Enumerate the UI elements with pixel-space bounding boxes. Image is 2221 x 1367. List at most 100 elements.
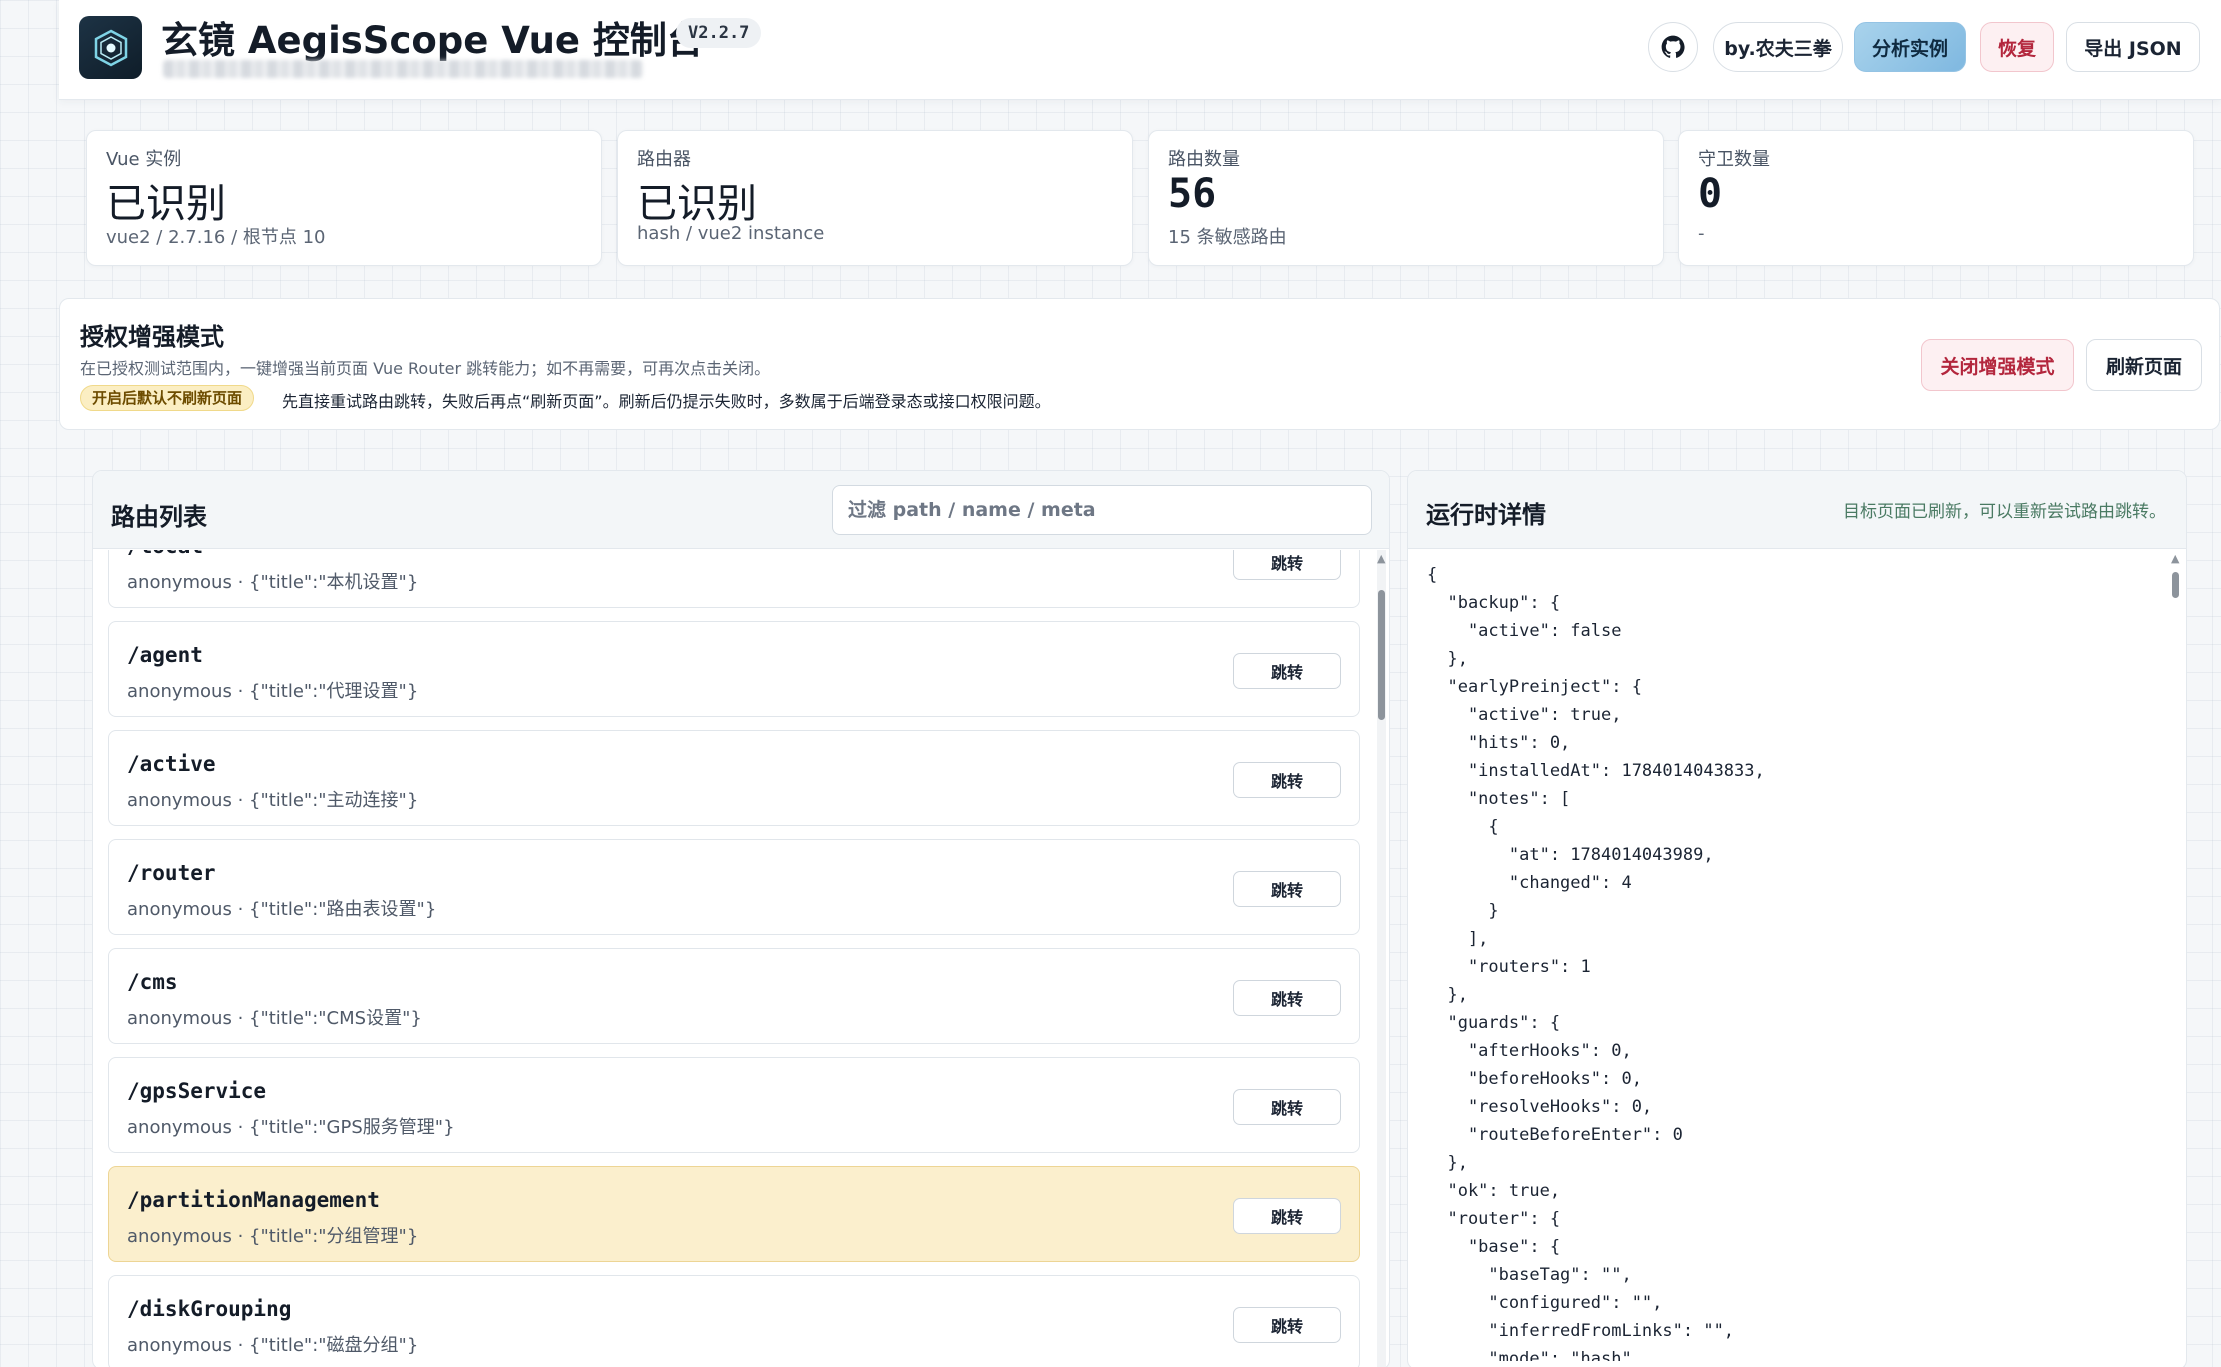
json-line: "hits": 0, <box>1427 733 1571 753</box>
route-path: /partitionManagement <box>127 1188 380 1212</box>
route-item[interactable]: /active anonymous · {"title":"主动连接"} 跳转 <box>108 730 1360 826</box>
stat-card-guard-count: 守卫数量 0 - <box>1678 130 2194 266</box>
export-json-button[interactable]: 导出 JSON <box>2066 22 2200 72</box>
stat-sub: hash / vue2 instance <box>637 223 825 244</box>
route-item[interactable]: /agent anonymous · {"title":"代理设置"} 跳转 <box>108 621 1360 717</box>
stat-label: 守卫数量 <box>1698 149 1770 170</box>
route-meta: anonymous · {"title":"主动连接"} <box>127 790 419 811</box>
json-line: "active": true, <box>1427 705 1622 725</box>
json-line: "ok": true, <box>1427 1181 1561 1201</box>
runtime-status: 目标页面已刷新，可以重新尝试路由跳转。 <box>1843 502 2166 522</box>
app-title: 玄镜 AegisScope Vue 控制台 <box>161 19 704 62</box>
json-line: "baseTag": "", <box>1427 1265 1632 1285</box>
scrollbar-thumb[interactable] <box>1378 590 1385 720</box>
route-item[interactable]: /gpsService anonymous · {"title":"GPS服务管… <box>108 1057 1360 1153</box>
route-meta: anonymous · {"title":"分组管理"} <box>127 1226 419 1247</box>
route-path: /cms <box>127 970 178 994</box>
route-meta: anonymous · {"title":"路由表设置"} <box>127 899 437 920</box>
stat-card-vue-instance: Vue 实例 已识别 vue2 / 2.7.16 / 根节点 10 <box>86 130 602 266</box>
json-line: ], <box>1427 929 1489 949</box>
json-line: }, <box>1427 1153 1468 1173</box>
stat-sub: - <box>1698 223 1705 244</box>
json-line: "guards": { <box>1427 1013 1561 1033</box>
runtime-header: 运行时详情 目标页面已刷新，可以重新尝试路由跳转。 <box>1408 471 2186 549</box>
runtime-title: 运行时详情 <box>1426 501 1546 529</box>
route-path: /router <box>127 861 216 885</box>
json-line: }, <box>1427 649 1468 669</box>
json-line: { <box>1427 565 1438 585</box>
json-line: "resolveHooks": 0, <box>1427 1097 1653 1117</box>
shield-logo-icon <box>94 29 127 66</box>
json-line: "backup": { <box>1427 593 1561 613</box>
json-line: "routeBeforeEnter": 0 <box>1427 1125 1683 1145</box>
json-line: "changed": 4 <box>1427 873 1632 893</box>
route-list-scrollbar[interactable]: ▲ <box>1377 550 1386 1367</box>
jump-button[interactable]: 跳转 <box>1233 871 1341 907</box>
stat-card-route-count: 路由数量 56 15 条敏感路由 <box>1148 130 1664 266</box>
stat-value: 已识别 <box>637 181 757 227</box>
stat-sub: 15 条敏感路由 <box>1168 227 1287 248</box>
jump-button[interactable]: 跳转 <box>1233 762 1341 798</box>
route-meta: anonymous · {"title":"磁盘分组"} <box>127 1335 419 1356</box>
stat-value: 0 <box>1698 171 1723 217</box>
route-item[interactable]: /diskGrouping anonymous · {"title":"磁盘分组… <box>108 1275 1360 1367</box>
route-item-selected[interactable]: /partitionManagement anonymous · {"title… <box>108 1166 1360 1262</box>
jump-button[interactable]: 跳转 <box>1233 1307 1341 1343</box>
route-item[interactable]: /cms anonymous · {"title":"CMS设置"} 跳转 <box>108 948 1360 1044</box>
github-button[interactable] <box>1648 22 1698 72</box>
stat-label: 路由数量 <box>1168 149 1240 170</box>
json-line: "notes": [ <box>1427 789 1571 809</box>
json-line: } <box>1427 901 1499 921</box>
no-refresh-badge: 开启后默认不刷新页面 <box>80 385 255 411</box>
runtime-scrollbar[interactable]: ▲ <box>2171 550 2180 1367</box>
analyze-instance-button[interactable]: 分析实例 <box>1854 22 1966 72</box>
route-list-header: 路由列表 <box>93 471 1389 549</box>
version-badge: V2.2.7 <box>676 18 762 48</box>
app-logo <box>79 16 142 79</box>
author-button[interactable]: by.农夫三拳 <box>1713 22 1843 72</box>
stat-label: 路由器 <box>637 149 691 170</box>
jump-button[interactable]: 跳转 <box>1233 1089 1341 1125</box>
route-list-title: 路由列表 <box>111 503 207 531</box>
route-item[interactable]: /local anonymous · {"title":"本机设置"} 跳转 <box>108 550 1360 608</box>
github-icon <box>1661 35 1685 58</box>
json-line: }, <box>1427 985 1468 1005</box>
route-meta: anonymous · {"title":"本机设置"} <box>127 572 419 593</box>
auth-title: 授权增强模式 <box>80 323 224 351</box>
json-line: "installedAt": 1784014043833, <box>1427 761 1765 781</box>
refresh-page-button[interactable]: 刷新页面 <box>2086 339 2202 391</box>
json-line: "routers": 1 <box>1427 957 1591 977</box>
route-meta: anonymous · {"title":"GPS服务管理"} <box>127 1117 455 1138</box>
scrollbar-thumb[interactable] <box>2172 572 2179 598</box>
jump-button[interactable]: 跳转 <box>1233 550 1341 580</box>
jump-button[interactable]: 跳转 <box>1233 1198 1341 1234</box>
stat-sub: vue2 / 2.7.16 / 根节点 10 <box>106 227 326 248</box>
json-line: "earlyPreinject": { <box>1427 677 1642 697</box>
jump-button[interactable]: 跳转 <box>1233 980 1341 1016</box>
route-item[interactable]: /router anonymous · {"title":"路由表设置"} 跳转 <box>108 839 1360 935</box>
stat-value: 已识别 <box>106 181 226 227</box>
close-enhance-button[interactable]: 关闭增强模式 <box>1921 339 2074 391</box>
route-path: /diskGrouping <box>127 1297 292 1321</box>
route-filter-input[interactable] <box>832 485 1372 535</box>
json-line: "inferredFromLinks": "", <box>1427 1321 1735 1341</box>
route-list[interactable]: /local anonymous · {"title":"本机设置"} 跳转 /… <box>93 550 1383 1367</box>
restore-button[interactable]: 恢复 <box>1980 22 2054 72</box>
runtime-json-view[interactable]: { "backup": { "active": false }, "earlyP… <box>1427 561 2147 1361</box>
app-header: 玄镜 AegisScope Vue 控制台 V2.2.7 by.农夫三拳 分析实… <box>59 0 2221 100</box>
route-path: /local <box>127 550 203 558</box>
json-line: "at": 1784014043989, <box>1427 845 1714 865</box>
stat-value: 56 <box>1168 171 1217 217</box>
json-line: "mode": "hash" <box>1427 1349 1632 1361</box>
auth-note: 先直接重试路由跳转，失败后再点“刷新页面”。刷新后仍提示失败时，多数属于后端登录… <box>282 392 1051 411</box>
auth-description: 在已授权测试范围内，一键增强当前页面 Vue Router 跳转能力；如不再需要… <box>80 359 771 378</box>
jump-button[interactable]: 跳转 <box>1233 653 1341 689</box>
scroll-up-arrow-icon[interactable]: ▲ <box>1377 553 1385 564</box>
json-line: "afterHooks": 0, <box>1427 1041 1632 1061</box>
json-line: "beforeHooks": 0, <box>1427 1069 1642 1089</box>
route-meta: anonymous · {"title":"CMS设置"} <box>127 1008 422 1029</box>
stat-card-router: 路由器 已识别 hash / vue2 instance <box>617 130 1133 266</box>
json-line: { <box>1427 817 1499 837</box>
scroll-up-arrow-icon[interactable]: ▲ <box>2171 553 2179 564</box>
json-line: "router": { <box>1427 1209 1561 1229</box>
